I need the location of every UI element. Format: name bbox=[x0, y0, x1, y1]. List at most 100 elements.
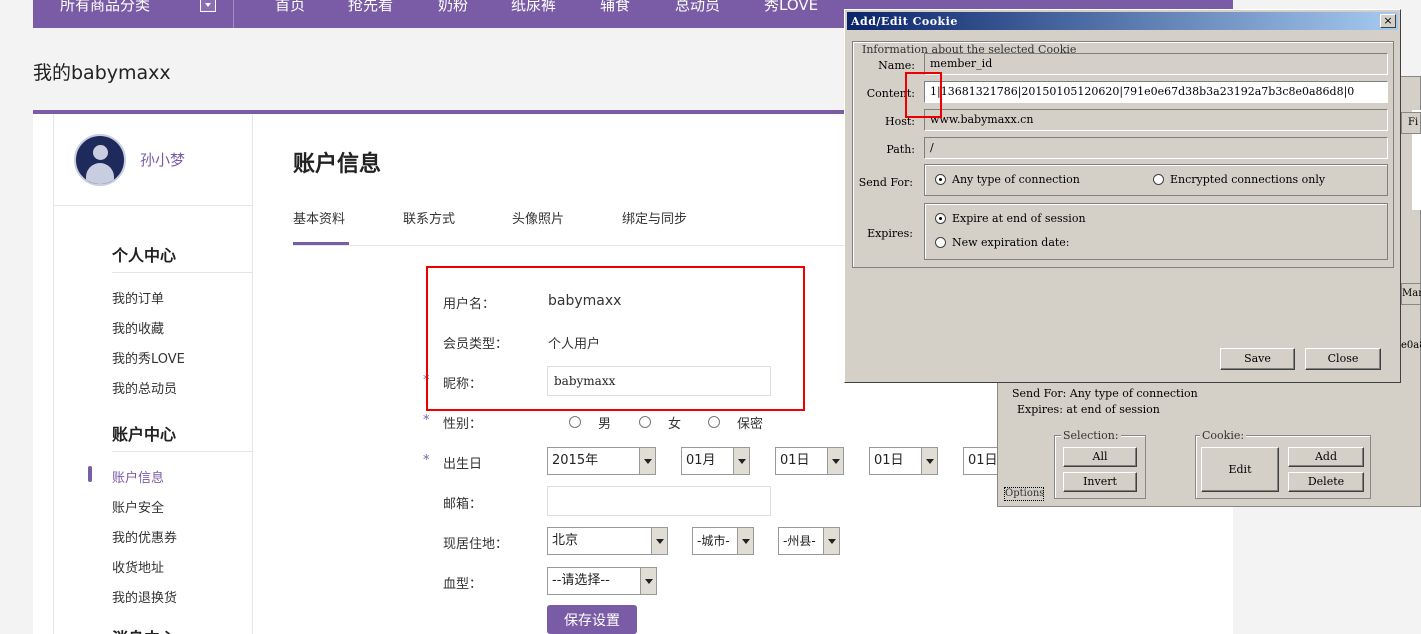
sendfor-any-label: Any type of connection bbox=[952, 173, 1080, 186]
cookie-sendfor-info: Send For: Any type of connection bbox=[1012, 387, 1198, 400]
email-label: 邮箱： bbox=[443, 497, 483, 512]
invert-selection-button[interactable]: Invert bbox=[1063, 472, 1137, 492]
sidebar-item-favorites[interactable]: 我的收藏 bbox=[112, 318, 164, 337]
page-title: 我的babymaxx bbox=[33, 62, 171, 84]
sendfor-label: Send For: bbox=[858, 176, 913, 189]
birth-year-select[interactable]: 2015年 bbox=[547, 447, 656, 475]
options-button[interactable]: Options bbox=[1004, 487, 1044, 501]
birth-year-value: 2015年 bbox=[552, 453, 599, 468]
city-select[interactable]: -城市- bbox=[692, 527, 754, 555]
dialog-title-bar[interactable]: Add/Edit Cookie × bbox=[847, 12, 1398, 30]
add-cookie-button[interactable]: Add bbox=[1288, 447, 1364, 467]
chevron-down-icon bbox=[823, 528, 839, 554]
residence-label: 现居住地： bbox=[443, 537, 509, 552]
delete-cookie-button[interactable]: Delete bbox=[1288, 472, 1364, 492]
tab-divider bbox=[293, 245, 853, 246]
edit-cookie-button[interactable]: Edit bbox=[1201, 447, 1279, 492]
expires-session-radio[interactable] bbox=[935, 213, 946, 224]
birth-extra-select-1[interactable]: 01日 bbox=[869, 447, 938, 475]
sidebar-section-account: 账户中心 bbox=[112, 421, 252, 452]
nav-item-campaign[interactable]: 总动员 bbox=[675, 0, 720, 13]
save-settings-button[interactable]: 保存设置 bbox=[547, 605, 637, 634]
birth-extra-value-1: 01日 bbox=[874, 453, 904, 468]
cookie-group-label: Cookie: bbox=[1200, 429, 1247, 442]
expires-new-radio[interactable] bbox=[935, 237, 946, 248]
avatar[interactable] bbox=[74, 134, 126, 186]
nav-item-home[interactable]: 首页 bbox=[275, 0, 305, 13]
cookie-expires-info: Expires: at end of session bbox=[1017, 403, 1160, 416]
manage-label: Man bbox=[1402, 288, 1421, 299]
sidebar-divider bbox=[54, 205, 253, 206]
manage-button[interactable]: Man bbox=[1401, 283, 1421, 305]
select-all-button[interactable]: All bbox=[1063, 447, 1137, 467]
sidebar-section-personal: 个人中心 bbox=[112, 242, 252, 273]
tab-active-indicator bbox=[293, 242, 349, 245]
expires-label: Expires: bbox=[867, 227, 913, 240]
birth-day-select[interactable]: 01日 bbox=[775, 447, 844, 475]
content-fragment: e0a8 bbox=[1401, 340, 1421, 351]
blood-type-select[interactable]: --请选择-- bbox=[547, 567, 657, 595]
province-select[interactable]: 北京 bbox=[547, 527, 668, 555]
name-field[interactable]: member_id bbox=[924, 53, 1388, 75]
gender-label: 性别： bbox=[443, 417, 483, 432]
chevron-down-icon bbox=[737, 528, 753, 554]
chevron-down-icon bbox=[639, 448, 655, 474]
gender-secret-label: 保密 bbox=[737, 417, 764, 432]
blood-type-label: 血型： bbox=[443, 577, 483, 592]
sendfor-encrypted-radio[interactable] bbox=[1153, 174, 1164, 185]
nav-item-baby-food[interactable]: 辅食 bbox=[600, 0, 630, 13]
chevron-down-icon bbox=[827, 448, 843, 474]
expires-session-label: Expire at end of session bbox=[952, 212, 1086, 225]
path-field[interactable]: / bbox=[924, 137, 1388, 159]
highlight-box bbox=[426, 266, 805, 411]
host-field[interactable]: www.babymaxx.cn bbox=[924, 109, 1388, 131]
file-menu-label: Fi bbox=[1408, 117, 1419, 128]
tab-binding[interactable]: 绑定与同步 bbox=[622, 208, 687, 227]
chevron-down-icon bbox=[733, 448, 749, 474]
sidebar-item-orders[interactable]: 我的订单 bbox=[112, 288, 164, 307]
nav-divider bbox=[233, 0, 234, 28]
chevron-down-icon bbox=[921, 448, 937, 474]
section-title: 账户信息 bbox=[293, 152, 382, 177]
chevron-down-icon bbox=[651, 528, 667, 554]
category-menu-label: 所有商品分类 bbox=[60, 0, 151, 14]
gender-secret-radio[interactable] bbox=[708, 416, 720, 428]
birth-day-value: 01日 bbox=[780, 453, 810, 468]
email-input[interactable] bbox=[547, 486, 771, 516]
nav-item-show-love[interactable]: 秀LOVE bbox=[764, 0, 818, 13]
county-value: -州县- bbox=[783, 534, 816, 548]
close-dialog-button[interactable]: Close bbox=[1305, 348, 1381, 370]
nav-item-diapers[interactable]: 纸尿裤 bbox=[511, 0, 556, 13]
nav-item-formula[interactable]: 奶粉 bbox=[438, 0, 468, 13]
sidebar-item-account-info[interactable]: 账户信息 bbox=[112, 467, 164, 486]
tab-basic-info[interactable]: 基本资料 bbox=[293, 208, 345, 227]
name-label: Name: bbox=[878, 59, 915, 72]
county-select[interactable]: -州县- bbox=[778, 527, 840, 555]
sidebar-item-account-security[interactable]: 账户安全 bbox=[112, 497, 164, 516]
nav-item-preview[interactable]: 抢先看 bbox=[348, 0, 393, 13]
chevron-down-icon[interactable] bbox=[200, 0, 216, 12]
sendfor-any-radio[interactable] bbox=[935, 174, 946, 185]
tab-contact[interactable]: 联系方式 bbox=[403, 208, 455, 227]
file-menu-button[interactable]: Fi bbox=[1401, 112, 1421, 134]
sidebar-item-show-love[interactable]: 我的秀LOVE bbox=[112, 348, 185, 367]
edit-cookie-dialog: Add/Edit Cookie × Information about the … bbox=[844, 9, 1401, 383]
path-label: Path: bbox=[886, 143, 915, 156]
save-cookie-button[interactable]: Save bbox=[1220, 348, 1295, 370]
gender-female-radio[interactable] bbox=[639, 416, 651, 428]
content-field[interactable]: 1|13681321786|20150105120620|791e0e67d38… bbox=[924, 81, 1388, 103]
sidebar-item-returns[interactable]: 我的退换货 bbox=[112, 587, 177, 606]
gender-female-label: 女 bbox=[668, 417, 682, 432]
gender-male-radio[interactable] bbox=[569, 416, 581, 428]
tab-avatar[interactable]: 头像照片 bbox=[512, 208, 564, 227]
sendfor-encrypted-label: Encrypted connections only bbox=[1170, 173, 1326, 186]
sidebar-item-campaign[interactable]: 我的总动员 bbox=[112, 378, 177, 397]
dialog-title: Add/Edit Cookie bbox=[851, 15, 958, 28]
sidebar-item-addresses[interactable]: 收货地址 bbox=[112, 557, 164, 576]
user-name[interactable]: 孙小梦 bbox=[140, 149, 185, 170]
birth-month-value: 01月 bbox=[686, 453, 716, 468]
content-highlight-box bbox=[905, 72, 942, 118]
sidebar-item-coupons[interactable]: 我的优惠券 bbox=[112, 527, 177, 546]
close-icon[interactable]: × bbox=[1380, 14, 1396, 28]
birth-month-select[interactable]: 01月 bbox=[681, 447, 750, 475]
